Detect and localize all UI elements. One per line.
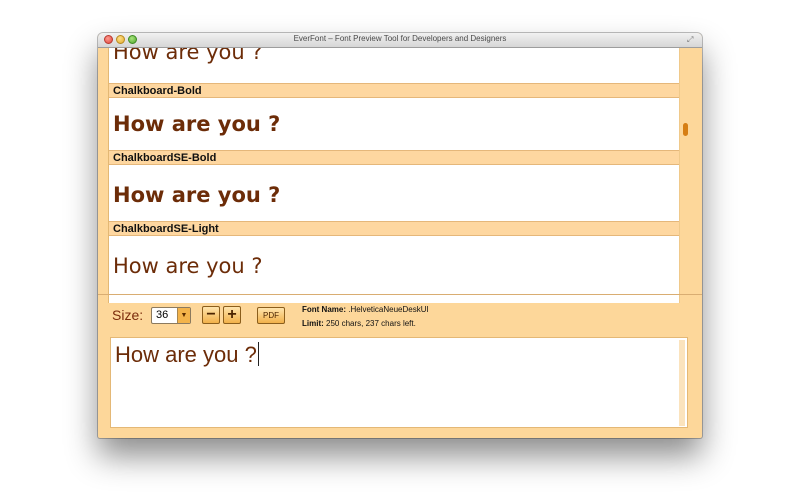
limit-label: Limit: xyxy=(302,319,324,328)
pdf-button[interactable]: PDF xyxy=(257,307,285,324)
preview-scrollbar[interactable] xyxy=(679,48,692,303)
font-sample-text: How are you ? xyxy=(113,254,263,278)
font-name-info: Font Name: .HelveticaNeueDeskUI xyxy=(302,305,429,314)
editor-text: How are you ? xyxy=(115,342,257,367)
font-name-header[interactable]: ChalkboardSE-Light xyxy=(109,221,681,236)
size-select[interactable]: 36 ▼ xyxy=(151,307,191,324)
title-bar[interactable]: EverFont – Font Preview Tool for Develop… xyxy=(98,33,702,48)
editor-content[interactable]: How are you ? xyxy=(115,342,259,368)
font-sample-text: How are you ? xyxy=(113,48,263,64)
font-name-header[interactable]: ChalkboardSE-Bold xyxy=(109,150,681,165)
font-name-header[interactable]: Chalkboard-Bold xyxy=(109,83,681,98)
fullscreen-icon[interactable]: ⤢ xyxy=(687,35,696,44)
font-preview-list[interactable]: How are you ? Chalkboard-Bold How are yo… xyxy=(108,48,682,303)
font-sample-text: How are you ? xyxy=(113,112,281,136)
text-caret xyxy=(257,342,259,366)
limit-info: Limit: 250 chars, 237 chars left. xyxy=(302,319,416,328)
size-value: 36 xyxy=(156,309,169,321)
font-name-value: .HelveticaNeueDeskUI xyxy=(348,305,429,314)
controls-bar: Size: 36 ▼ − + PDF Font Name: .Helvetica… xyxy=(98,295,702,337)
decrease-size-button[interactable]: − xyxy=(202,306,220,324)
window-title: EverFont – Font Preview Tool for Develop… xyxy=(293,34,507,43)
size-label: Size: xyxy=(112,307,144,323)
chevron-down-icon[interactable]: ▼ xyxy=(177,308,190,323)
font-name-label: Font Name: xyxy=(302,305,346,314)
font-sample-text: How are you ? xyxy=(113,183,281,207)
increase-size-button[interactable]: + xyxy=(223,306,241,324)
scrollbar-thumb[interactable] xyxy=(683,123,688,136)
limit-value: 250 chars, 237 chars left. xyxy=(326,319,416,328)
editor-scrollbar[interactable] xyxy=(679,340,685,426)
sample-text-editor[interactable]: How are you ? xyxy=(110,337,688,428)
app-window: EverFont – Font Preview Tool for Develop… xyxy=(98,33,702,438)
